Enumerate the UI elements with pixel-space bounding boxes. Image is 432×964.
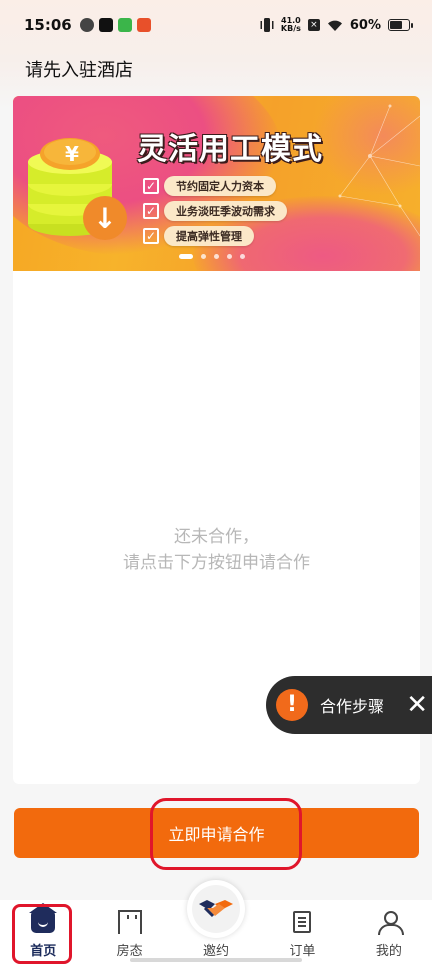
handshake-icon [199,900,233,918]
banner-network-graphic [338,104,420,237]
vibrate-icon [260,18,274,32]
banner-feature-list: ✓ 节约固定人力资本 ✓ 业务淡旺季波动需求 ✓ 提高弹性管理 [143,176,287,251]
empty-state-line-2: 请点击下方按钮申请合作 [123,553,310,573]
exclamation-icon: ! [276,689,308,721]
room-icon [116,908,144,936]
page-title: 请先入驻酒店 [25,60,133,81]
empty-state-message: 还未合作， 请点击下方按钮申请合作 [13,524,420,576]
banner-feature-item: ✓ 提高弹性管理 [143,226,287,246]
feature-label: 业务淡旺季波动需求 [164,201,287,221]
tab-orders[interactable]: 订单 [259,900,345,964]
status-right: 41.0 KB/s × 60% [260,17,413,33]
checkbox-icon: ✓ [143,203,159,219]
checkbox-icon: ✓ [143,228,159,244]
carousel-dot[interactable] [240,254,245,259]
invite-button[interactable] [187,880,245,938]
status-bar: 15:06 41.0 KB/s × 60% [0,0,432,50]
banner-feature-item: ✓ 节约固定人力资本 [143,176,287,196]
carousel-dot-active[interactable] [179,254,193,259]
close-icon[interactable]: ✕ [406,692,428,718]
no-sim-icon: × [307,19,320,31]
tab-profile[interactable]: 我的 [346,900,432,964]
empty-state-line-1: 还未合作， [174,527,259,547]
battery-percentage: 60% [349,17,381,33]
cooperation-steps-float[interactable]: ! 合作步骤 ✕ [266,676,432,734]
down-arrow-icon: ↓ [83,196,127,240]
shopping-app-icon [136,18,151,32]
wechat-icon [117,18,132,32]
tab-invite-label: 邀约 [203,944,230,959]
tab-room-status-label: 房态 [116,944,143,959]
tab-profile-label: 我的 [375,944,402,959]
banner-title: 灵活用工模式 [137,132,323,167]
promo-banner[interactable]: ¥ ↓ 灵活用工模式 ✓ 节约固定人力资本 ✓ 业务淡旺季波动需求 ✓ 提高弹性… [13,96,420,271]
tab-room-status[interactable]: 房态 [86,900,172,964]
app-notification-icon [79,18,94,32]
status-time: 15:06 [24,16,72,34]
carousel-dot[interactable] [214,254,219,259]
checkbox-icon: ✓ [143,178,159,194]
notification-icons [79,18,151,32]
banner-feature-item: ✓ 业务淡旺季波动需求 [143,201,287,221]
carousel-dot[interactable] [227,254,232,259]
carousel-dot[interactable] [201,254,206,259]
cooperation-steps-label[interactable]: 合作步骤 [320,693,384,717]
home-icon [29,903,58,936]
carousel-indicator[interactable] [179,254,245,259]
feature-label: 节约固定人力资本 [164,176,276,196]
order-icon [288,908,316,936]
invite-inner [192,885,240,933]
wifi-icon [327,20,342,31]
apply-cooperation-button[interactable]: 立即申请合作 [14,808,419,858]
battery-icon [388,19,413,31]
tab-home-label: 首页 [30,944,57,959]
feature-label: 提高弹性管理 [164,226,254,246]
gesture-bar [130,958,302,962]
yen-symbol: ¥ [65,142,79,166]
tab-orders-label: 订单 [289,944,316,959]
tab-home[interactable]: 首页 [0,900,86,964]
network-speed-unit: KB/s [280,24,301,33]
profile-icon [375,908,404,936]
network-speed: 41.0 KB/s [281,17,301,33]
tiktok-icon [98,18,113,32]
